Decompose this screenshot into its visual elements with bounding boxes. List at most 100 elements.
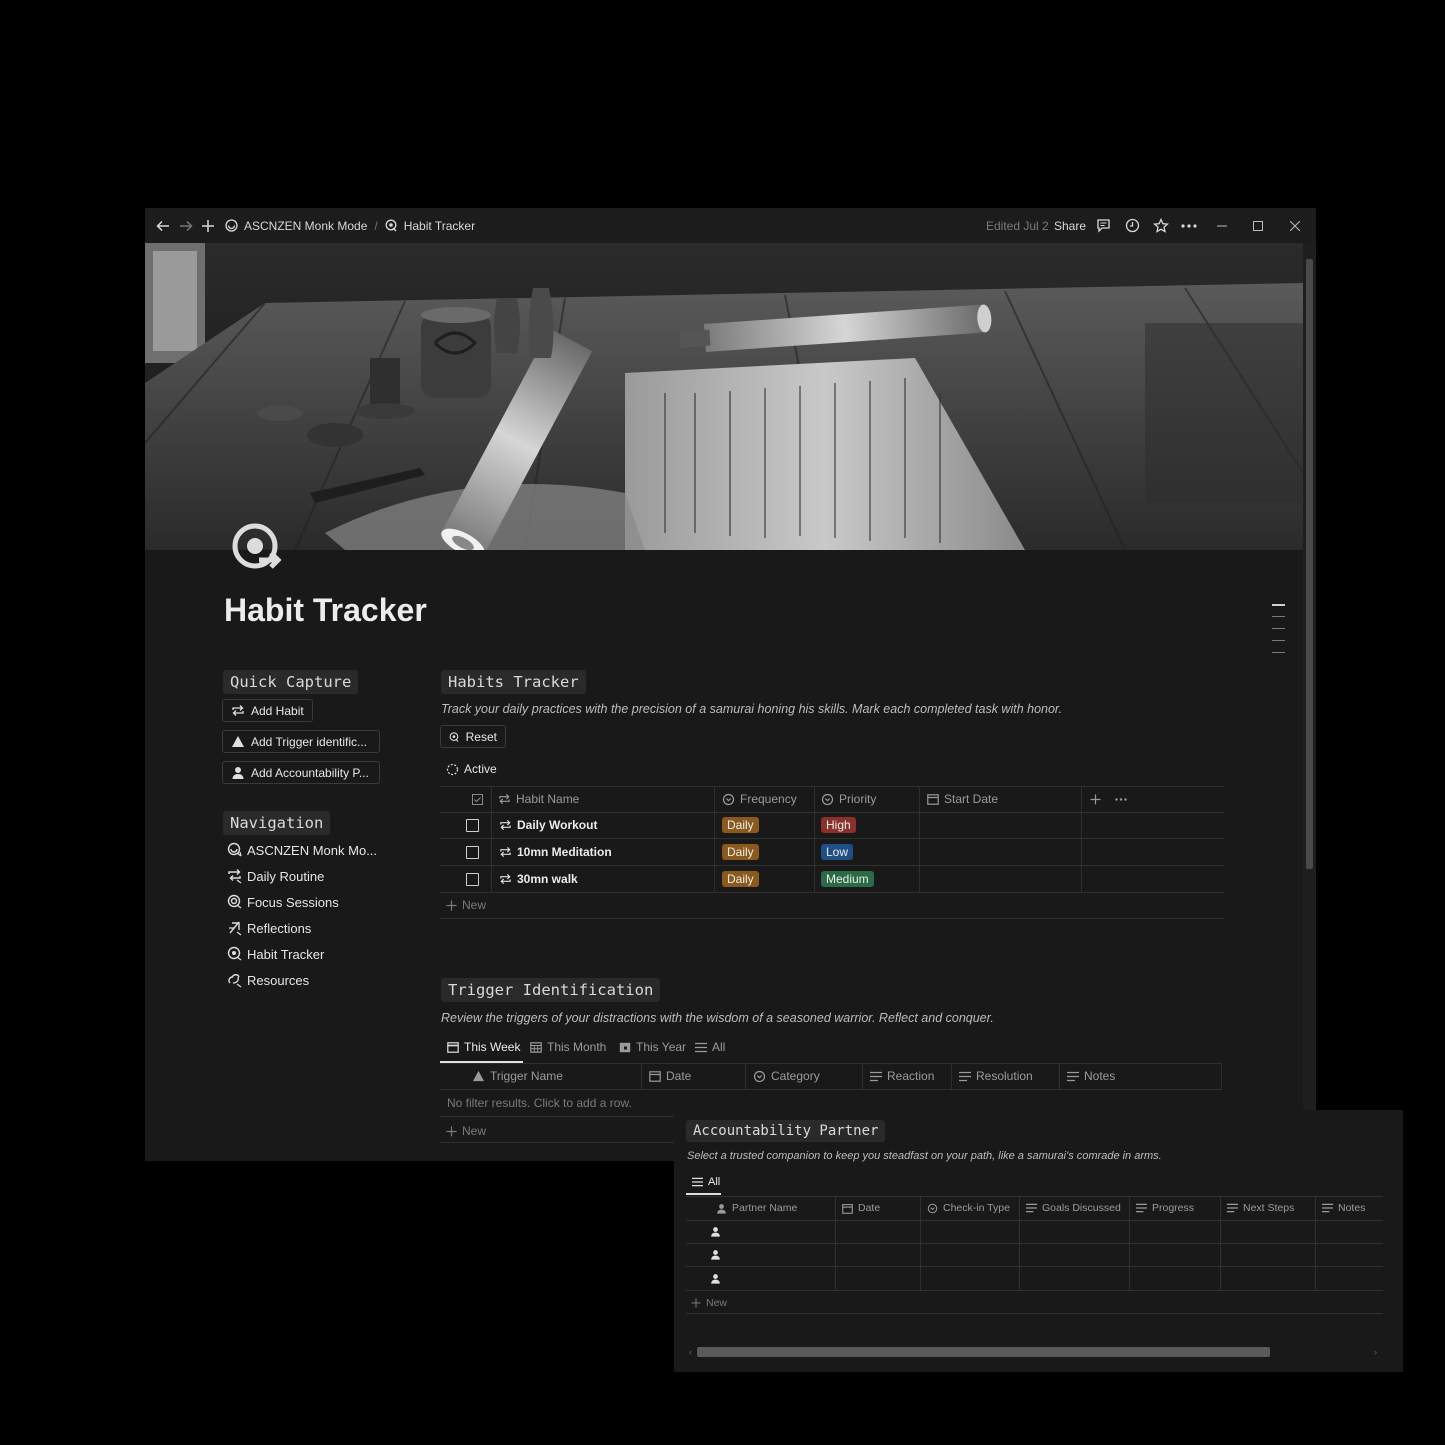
frequency-cell[interactable]: Daily [722, 866, 759, 892]
view-tab-active[interactable]: Active [446, 762, 497, 776]
text-lines-icon [1322, 1203, 1333, 1213]
table-row[interactable] [710, 1243, 721, 1266]
frequency-cell[interactable]: Daily [722, 812, 759, 838]
nav-item-habit-tracker[interactable]: Habit Tracker [227, 943, 324, 965]
column-header-reaction[interactable]: Reaction [870, 1063, 934, 1089]
new-row-label: New [462, 1124, 487, 1138]
priority-cell[interactable]: Medium [821, 866, 874, 892]
habit-target-icon[interactable] [229, 520, 285, 585]
column-header-label: Partner Name [732, 1202, 798, 1214]
new-row-button[interactable]: New [446, 898, 486, 912]
forward-arrow-icon[interactable] [178, 208, 194, 243]
column-header-notes[interactable]: Notes [1067, 1063, 1115, 1089]
nav-item-reflections[interactable]: Reflections [227, 917, 311, 939]
frequency-tag: Daily [722, 871, 759, 887]
column-header-frequency[interactable]: Frequency [722, 786, 797, 812]
toc-marker[interactable] [1272, 628, 1285, 629]
row-checkbox[interactable] [466, 812, 479, 838]
view-tab-all[interactable]: All [692, 1176, 720, 1188]
column-header-habit-name[interactable]: Habit Name [498, 786, 579, 812]
share-button[interactable]: Share [1054, 208, 1086, 243]
add-habit-button[interactable]: Add Habit [222, 699, 313, 722]
plus-icon[interactable] [201, 208, 215, 243]
new-row-button[interactable]: New [446, 1124, 486, 1138]
column-header-next-steps[interactable]: Next Steps [1227, 1196, 1294, 1220]
nav-item-monk-mode[interactable]: ASCNZEN Monk Mo... [227, 839, 377, 861]
breadcrumb-workspace[interactable]: ASCNZEN Monk Mode [244, 219, 367, 233]
frequency-cell[interactable]: Daily [722, 839, 759, 865]
add-column-icon[interactable] [1090, 786, 1106, 812]
column-header-trigger-name[interactable]: Trigger Name [472, 1063, 563, 1089]
add-trigger-button[interactable]: Add Trigger identific... [222, 730, 380, 753]
priority-cell[interactable]: Low [821, 839, 854, 865]
column-header-label: Progress [1152, 1202, 1195, 1214]
repeat-icon [500, 873, 511, 885]
page-title: Habit Tracker [224, 592, 427, 628]
close-icon[interactable] [1290, 208, 1300, 243]
column-header-notes[interactable]: Notes [1322, 1196, 1365, 1220]
person-icon [711, 1273, 720, 1284]
plus-icon [446, 1126, 457, 1136]
column-header-priority[interactable]: Priority [821, 786, 876, 812]
new-row-button[interactable]: New [691, 1297, 727, 1309]
empty-filter-message[interactable]: No filter results. Click to add a row. [447, 1090, 632, 1116]
table-row[interactable] [710, 1220, 721, 1243]
column-header-check-in-type[interactable]: Check-in Type [927, 1196, 1010, 1220]
column-header-progress[interactable]: Progress [1136, 1196, 1194, 1220]
repeat-icon [232, 705, 244, 716]
column-header-label: Notes [1084, 1069, 1116, 1083]
select-icon [753, 1070, 766, 1082]
scroll-left-icon[interactable]: ‹ [689, 1348, 694, 1357]
scroll-right-icon[interactable]: › [1374, 1348, 1379, 1357]
breadcrumb: ASCNZEN Monk Mode / Habit Tracker [225, 208, 475, 243]
row-checkbox[interactable] [466, 839, 479, 865]
minimize-icon[interactable] [1217, 208, 1227, 243]
star-icon[interactable] [1153, 208, 1169, 243]
reset-button[interactable]: Reset [440, 725, 506, 748]
toc-marker[interactable] [1272, 652, 1285, 653]
comment-icon[interactable] [1096, 208, 1111, 243]
active-tab-indicator [686, 1193, 721, 1195]
row-checkbox[interactable] [466, 866, 479, 892]
tab-all[interactable]: All [695, 1040, 725, 1054]
toc-marker[interactable] [1272, 640, 1285, 641]
scrollbar-thumb[interactable] [1306, 259, 1313, 869]
column-header-resolution[interactable]: Resolution [959, 1063, 1033, 1089]
table-row[interactable]: Daily Workout [499, 812, 597, 838]
back-arrow-icon[interactable] [155, 208, 171, 243]
toc-marker[interactable] [1272, 604, 1285, 606]
tab-label: All [712, 1040, 726, 1054]
toc-marker[interactable] [1272, 616, 1285, 617]
column-header-start-date[interactable]: Start Date [927, 786, 998, 812]
vertical-scrollbar[interactable] [1303, 243, 1316, 1161]
more-icon[interactable] [1181, 208, 1197, 243]
new-row-label: New [462, 898, 487, 912]
column-header-label: Trigger Name [490, 1069, 563, 1083]
cover-image[interactable] [145, 243, 1303, 550]
tab-this-year[interactable]: This Year [619, 1040, 686, 1054]
breadcrumb-page[interactable]: Habit Tracker [404, 219, 475, 233]
nav-item-resources[interactable]: Resources [227, 969, 309, 991]
tab-this-month[interactable]: This Month [530, 1040, 606, 1054]
clock-icon[interactable] [1125, 208, 1140, 243]
tab-this-week[interactable]: This Week [447, 1040, 520, 1054]
table-row[interactable]: 10mn Meditation [499, 839, 612, 865]
add-accountability-button[interactable]: Add Accountability P... [222, 761, 380, 784]
nav-item-daily-routine[interactable]: Daily Routine [227, 865, 324, 887]
table-row[interactable] [710, 1266, 721, 1290]
more-icon[interactable] [1115, 786, 1132, 812]
maximize-icon[interactable] [1253, 208, 1263, 243]
nav-item-focus-sessions[interactable]: Focus Sessions [227, 891, 339, 913]
priority-cell[interactable]: High [821, 812, 856, 838]
column-header-date[interactable]: Date [649, 1063, 691, 1089]
select-all-checkbox[interactable] [472, 786, 488, 812]
horizontal-scrollbar-thumb[interactable] [697, 1347, 1270, 1357]
table-border [1221, 1063, 1222, 1089]
repeat-icon [500, 846, 511, 858]
table-row[interactable]: 30mn walk [499, 866, 578, 892]
column-header-partner-name[interactable]: Partner Name [716, 1196, 797, 1220]
column-header-date[interactable]: Date [842, 1196, 880, 1220]
column-header-goals-discussed[interactable]: Goals Discussed [1026, 1196, 1121, 1220]
column-header-category[interactable]: Category [753, 1063, 820, 1089]
habit-target-icon [385, 219, 397, 232]
